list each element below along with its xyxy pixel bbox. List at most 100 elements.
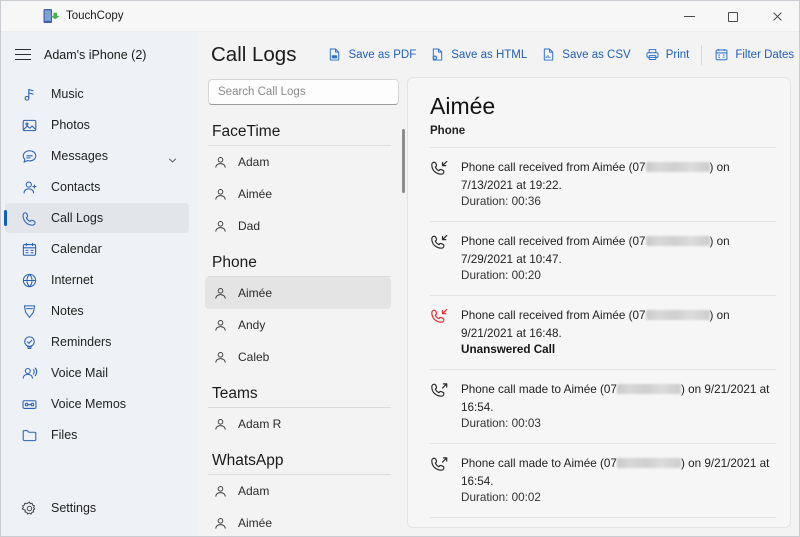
sidebar-item-files[interactable]: Files — [5, 420, 189, 450]
contact-name: Aimée — [238, 187, 272, 201]
sidebar-item-internet[interactable]: Internet — [5, 265, 189, 295]
music-note-icon — [21, 86, 38, 103]
maximize-icon — [728, 12, 738, 22]
contact-name: Dad — [238, 219, 260, 233]
list-scrollbar-thumb[interactable] — [402, 129, 405, 193]
hamburger-icon[interactable] — [15, 49, 31, 61]
detail-service-label: Phone — [430, 125, 770, 137]
call-entry-meta: Duration: 00:03 — [461, 416, 772, 432]
content-header: Call Logs Save as PDFSave as HTMLSave as… — [197, 32, 799, 77]
sidebar-footer: Settings — [1, 492, 197, 536]
voice-memo-icon — [21, 396, 38, 413]
contact-list-item[interactable]: Dad — [205, 210, 391, 242]
call-entry-text: Phone call received from Aimée (07) on 9… — [461, 306, 772, 358]
contact-list-item[interactable]: Adam R — [205, 408, 391, 440]
person-icon — [213, 187, 228, 202]
contact-group-header: Teams — [208, 379, 391, 408]
sidebar-item-label: Voice Memos — [51, 397, 189, 411]
contact-name: Caleb — [238, 350, 269, 364]
call-detail-pane: Aimée Phone Phone call received from Aim… — [407, 77, 791, 528]
search-input[interactable] — [218, 86, 389, 98]
html-icon — [430, 47, 445, 62]
sidebar-item-calendar[interactable]: Calendar — [5, 234, 189, 264]
contact-list-item[interactable]: Adam — [205, 146, 391, 178]
search-call-logs-box[interactable] — [208, 79, 399, 105]
toolbar-label: Save as HTML — [451, 49, 527, 61]
pdf-icon — [327, 47, 342, 62]
print-button[interactable]: Print — [638, 42, 697, 67]
sidebar-item-label: Voice Mail — [51, 366, 189, 380]
call-entry-text: Phone call made to Aimée (07) on 9/21/20… — [461, 454, 772, 506]
contact-list-item[interactable]: Aimée — [205, 507, 391, 536]
maximize-button[interactable] — [711, 1, 755, 32]
sidebar-item-music[interactable]: Music — [5, 79, 189, 109]
call-description: Phone call received from Aimée (07) on 7… — [461, 161, 730, 192]
call-log-entry[interactable]: Phone call received from Aimée (07) on 7… — [430, 221, 776, 295]
folder-icon — [21, 427, 38, 444]
contact-list-item[interactable]: Aimée — [205, 277, 391, 309]
sidebar-item-reminders[interactable]: Reminders — [5, 327, 189, 357]
call-entry-meta: Duration: 00:20 — [461, 268, 772, 284]
reminder-icon — [21, 334, 38, 351]
call-missed-icon — [430, 307, 449, 326]
phone-icon — [21, 210, 38, 227]
sidebar-item-settings[interactable]: Settings — [5, 493, 189, 523]
sidebar-item-call-logs[interactable]: Call Logs — [5, 203, 189, 233]
panes: FaceTimeAdamAiméeDadPhoneAiméeAndyCalebT… — [197, 77, 799, 536]
contact-list-item[interactable]: Andy — [205, 309, 391, 341]
sidebar-item-contacts[interactable]: Contacts — [5, 172, 189, 202]
call-description-prefix: Phone call received from Aimée (07 — [461, 161, 646, 174]
call-log-entry[interactable]: Phone call received from Aimée (07) on 7… — [430, 147, 776, 221]
contact-list-scroll[interactable]: FaceTimeAdamAiméeDadPhoneAiméeAndyCalebT… — [205, 115, 407, 536]
close-button[interactable] — [755, 1, 799, 32]
sidebar-item-label: Messages — [51, 149, 155, 163]
toolbar-label: Save as PDF — [348, 49, 416, 61]
call-entry-meta: Unanswered Call — [461, 342, 772, 358]
call-log-entry[interactable]: Phone call made to Aimée (07) on 9/21/20… — [430, 443, 776, 517]
contact-list-item[interactable]: Adam — [205, 475, 391, 507]
call-made-icon — [430, 455, 449, 474]
content-toolbar: Save as PDF Save as HTML Save as CSVPrint F… — [320, 42, 800, 67]
note-icon — [21, 303, 38, 320]
title-bar: TouchCopy — [1, 1, 799, 32]
contact-name: Aimée — [238, 516, 272, 530]
sidebar-item-voice-mail[interactable]: Voice Mail — [5, 358, 189, 388]
call-description-prefix: Phone call made to Aimée (07 — [461, 383, 617, 396]
printer-icon — [645, 47, 660, 62]
person-icon — [213, 417, 228, 432]
minimize-button[interactable] — [667, 1, 711, 32]
call-made-icon — [430, 381, 449, 400]
sidebar-item-messages[interactable]: Messages — [5, 141, 189, 171]
save-as-pdf-button[interactable]: Save as PDF — [320, 42, 423, 67]
person-icon — [213, 155, 228, 170]
filter-dates-button[interactable]: Filter Dates — [707, 42, 800, 67]
save-as-html-button[interactable]: Save as HTML — [423, 42, 534, 67]
call-entry-text: Phone call received from Aimée (07) on 7… — [461, 232, 772, 284]
chevron-down-icon[interactable] — [168, 152, 177, 161]
save-as-csv-button[interactable]: Save as CSV — [534, 42, 637, 67]
sidebar-item-photos[interactable]: Photos — [5, 110, 189, 140]
app-title: TouchCopy — [66, 10, 124, 22]
globe-icon — [21, 272, 38, 289]
contact-icon — [21, 179, 38, 196]
sidebar-item-label: Notes — [51, 304, 189, 318]
person-icon — [213, 219, 228, 234]
sidebar-item-voice-memos[interactable]: Voice Memos — [5, 389, 189, 419]
page-title: Call Logs — [211, 43, 296, 67]
detail-header: Aimée Phone — [408, 78, 790, 147]
call-log-entry[interactable]: Phone call received from Aimée (07) on 9… — [430, 517, 776, 527]
person-icon — [213, 516, 228, 531]
csv-icon — [541, 47, 556, 62]
sidebar-item-notes[interactable]: Notes — [5, 296, 189, 326]
touchcopy-window: TouchCopy Adam's iPhone (2) MusicPhotos M… — [0, 0, 800, 537]
redacted-phone-number — [617, 384, 681, 394]
toolbar-label: Filter Dates — [735, 49, 794, 61]
device-selector[interactable]: Adam's iPhone (2) — [1, 38, 197, 72]
contact-list-item[interactable]: Caleb — [205, 341, 391, 373]
contact-name: Adam R — [238, 417, 281, 431]
content-area: Call Logs Save as PDFSave as HTMLSave as… — [197, 32, 799, 536]
sidebar-item-label: Contacts — [51, 180, 189, 194]
call-log-entry[interactable]: Phone call made to Aimée (07) on 9/21/20… — [430, 369, 776, 443]
call-log-entry[interactable]: Phone call received from Aimée (07) on 9… — [430, 295, 776, 369]
contact-list-item[interactable]: Aimée — [205, 178, 391, 210]
